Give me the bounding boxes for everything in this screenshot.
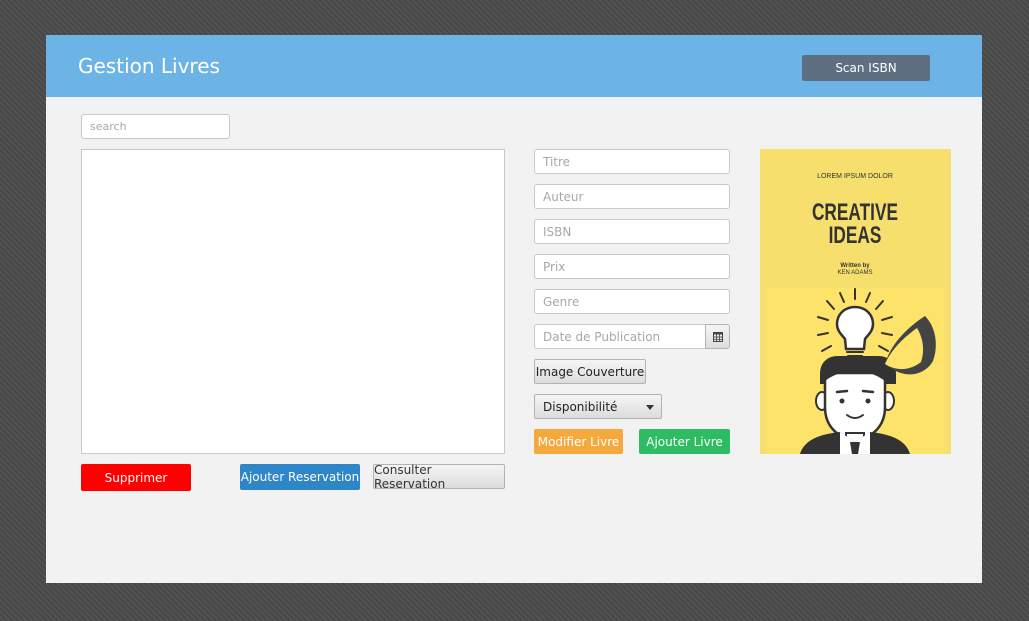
book-list[interactable] (81, 149, 505, 454)
cover-written-by: Written by (840, 263, 870, 269)
availability-select[interactable]: Disponibilité (534, 394, 662, 419)
genre-field[interactable] (534, 289, 730, 314)
delete-button[interactable]: Supprimer (81, 464, 191, 491)
app-window: Gestion Livres Scan ISBN Supprimer Ajout… (46, 35, 982, 583)
cover-image-button[interactable]: Image Couverture (534, 359, 646, 384)
availability-label: Disponibilité (543, 399, 618, 414)
search-input[interactable] (81, 114, 230, 139)
scan-isbn-button[interactable]: Scan ISBN (802, 55, 930, 81)
view-reservation-button[interactable]: Consulter Reservation (373, 463, 505, 491)
modify-book-button[interactable]: Modifier Livre (534, 429, 623, 454)
cover-top-text: LOREM IPSUM DOLOR (817, 173, 893, 180)
dropdown-arrow-icon (646, 405, 654, 410)
title-field[interactable] (534, 149, 730, 174)
add-book-button[interactable]: Ajouter Livre (639, 429, 730, 454)
publication-date-field[interactable] (534, 324, 707, 349)
cover-title-line2: IDEAS (829, 222, 882, 248)
app-title: Gestion Livres (78, 54, 220, 78)
header-bar: Gestion Livres Scan ISBN (46, 35, 982, 97)
price-field[interactable] (534, 254, 730, 279)
calendar-icon (712, 331, 723, 342)
isbn-field[interactable] (534, 219, 730, 244)
author-field[interactable] (534, 184, 730, 209)
book-cover-image: LOREM IPSUM DOLOR CREATIVE IDEAS Written… (760, 149, 951, 454)
add-reservation-button[interactable]: Ajouter Reservation (240, 464, 360, 490)
cover-author: KEN ADAMS (837, 270, 872, 276)
date-picker-button[interactable] (705, 324, 730, 349)
